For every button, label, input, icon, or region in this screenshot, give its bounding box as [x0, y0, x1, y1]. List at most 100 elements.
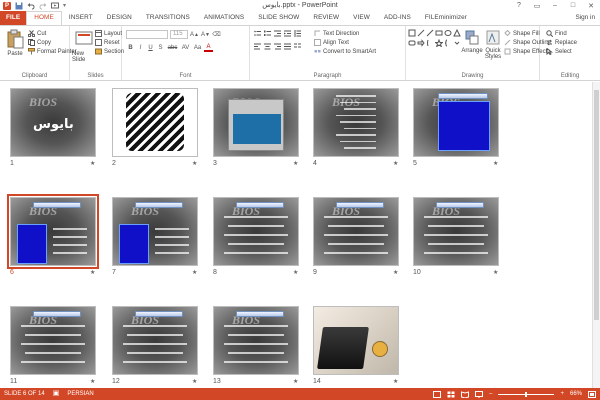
- slideshow-view-icon[interactable]: [475, 390, 484, 398]
- shadow-button[interactable]: S: [156, 43, 165, 52]
- slide-thumbnail[interactable]: BIOS: [213, 197, 299, 266]
- star-shape-icon[interactable]: [435, 39, 443, 47]
- select-button[interactable]: Select: [546, 47, 577, 56]
- right-arrow-shape-icon[interactable]: [417, 39, 425, 47]
- slide-thumbnail[interactable]: BIOS: [413, 197, 499, 266]
- tab-transitions[interactable]: TRANSITIONS: [139, 11, 197, 25]
- slide-transition-star-icon[interactable]: ★: [393, 378, 398, 385]
- slide-thumbnail[interactable]: BIOS بایوس: [10, 88, 96, 157]
- tab-fileminimizer[interactable]: FILEminimizer: [418, 11, 474, 25]
- reset-button[interactable]: Reset: [95, 38, 124, 47]
- customize-qat-icon[interactable]: ▾: [63, 2, 71, 10]
- zoom-in-button[interactable]: +: [560, 391, 564, 397]
- slide-thumbnail[interactable]: BIOS: [213, 88, 299, 157]
- line-shape-icon[interactable]: [417, 29, 425, 37]
- zoom-slider[interactable]: [498, 391, 555, 397]
- section-button[interactable]: Section: [95, 47, 124, 56]
- slide-thumbnail[interactable]: BIOS: [213, 306, 299, 375]
- tab-home[interactable]: HOME: [26, 11, 62, 25]
- slide-transition-star-icon[interactable]: ★: [493, 160, 498, 167]
- text-direction-button[interactable]: Text Direction: [314, 29, 376, 38]
- justify-icon[interactable]: [284, 43, 291, 50]
- zoom-out-button[interactable]: –: [489, 391, 492, 397]
- slide-transition-star-icon[interactable]: ★: [90, 378, 95, 385]
- shapes-gallery[interactable]: [408, 29, 461, 61]
- slide-indicator[interactable]: SLIDE 6 OF 14: [0, 388, 49, 400]
- slide-thumbnail[interactable]: BIOS: [313, 197, 399, 266]
- slide-thumbnail[interactable]: BIOS: [112, 197, 198, 266]
- zoom-slider-thumb[interactable]: [525, 391, 528, 397]
- language-indicator[interactable]: PERSIAN: [63, 388, 97, 400]
- sign-in-link[interactable]: Sign in: [570, 11, 600, 25]
- align-left-icon[interactable]: [254, 43, 261, 50]
- tab-design[interactable]: DESIGN: [100, 11, 139, 25]
- slide-thumbnail[interactable]: [112, 88, 198, 157]
- quick-styles-button[interactable]: Quick Styles: [483, 30, 503, 60]
- slide-thumbnail[interactable]: BIOS: [112, 306, 198, 375]
- slide-transition-star-icon[interactable]: ★: [393, 269, 398, 276]
- char-spacing-button[interactable]: AV: [180, 43, 191, 52]
- columns-icon[interactable]: [294, 43, 301, 50]
- tab-review[interactable]: REVIEW: [306, 11, 346, 25]
- save-icon[interactable]: [15, 2, 23, 10]
- layout-button[interactable]: Layout: [95, 29, 124, 38]
- oval-shape-icon[interactable]: [444, 29, 452, 37]
- paste-button[interactable]: Paste: [3, 29, 27, 57]
- redo-icon[interactable]: [39, 2, 47, 10]
- align-text-button[interactable]: Align Text: [314, 38, 376, 47]
- bold-button[interactable]: B: [126, 43, 135, 52]
- ribbon-display-button[interactable]: ▭: [528, 0, 546, 11]
- slide-transition-star-icon[interactable]: ★: [192, 378, 197, 385]
- tab-view[interactable]: VIEW: [346, 11, 377, 25]
- tab-slide-show[interactable]: SLIDE SHOW: [251, 11, 306, 25]
- underline-button[interactable]: U: [146, 43, 155, 52]
- start-slideshow-icon[interactable]: [51, 2, 59, 10]
- maximize-button[interactable]: □: [564, 0, 582, 11]
- slide-thumbnail[interactable]: BIOS: [7, 194, 99, 269]
- slide-transition-star-icon[interactable]: ★: [192, 269, 197, 276]
- vertical-scrollbar[interactable]: [592, 82, 600, 388]
- find-button[interactable]: Find: [546, 29, 577, 38]
- textbox-shape-icon[interactable]: [408, 29, 416, 37]
- curly-shape-icon[interactable]: [426, 39, 434, 47]
- arrange-button[interactable]: Arrange: [460, 30, 484, 54]
- shrink-font-button[interactable]: A ▼: [201, 30, 210, 39]
- slide-thumbnail[interactable]: BIOS: [10, 306, 96, 375]
- arrow-shape-icon[interactable]: [426, 29, 434, 37]
- font-color-button[interactable]: A: [204, 43, 213, 52]
- replace-button[interactable]: Replace: [546, 38, 577, 47]
- align-center-icon[interactable]: [264, 43, 271, 50]
- change-case-button[interactable]: Aa: [192, 43, 203, 52]
- close-button[interactable]: ✕: [582, 0, 600, 11]
- line-spacing-icon[interactable]: [294, 30, 301, 37]
- reading-view-icon[interactable]: [461, 390, 470, 398]
- tab-add-ins[interactable]: ADD-INS: [377, 11, 418, 25]
- slide-transition-star-icon[interactable]: ★: [293, 378, 298, 385]
- font-name-combo[interactable]: [126, 30, 168, 39]
- tab-insert[interactable]: INSERT: [62, 11, 100, 25]
- scrollbar-thumb[interactable]: [594, 90, 599, 320]
- align-right-icon[interactable]: [274, 43, 281, 50]
- slide-thumbnail[interactable]: [313, 306, 399, 375]
- minimize-button[interactable]: –: [546, 0, 564, 11]
- numbering-icon[interactable]: [264, 30, 271, 37]
- slide-transition-star-icon[interactable]: ★: [90, 269, 95, 276]
- bullets-icon[interactable]: [254, 30, 261, 37]
- slide-transition-star-icon[interactable]: ★: [493, 269, 498, 276]
- rounded-rect-shape-icon[interactable]: [408, 39, 416, 47]
- slide-thumbnail[interactable]: BIOS: [413, 88, 499, 157]
- fit-to-window-icon[interactable]: [588, 390, 596, 398]
- decrease-indent-icon[interactable]: [274, 30, 281, 37]
- tab-file[interactable]: FILE: [0, 11, 27, 25]
- clear-format-button[interactable]: ⌫: [212, 30, 221, 39]
- grow-font-button[interactable]: A ▲: [190, 30, 199, 39]
- normal-view-icon[interactable]: [433, 390, 442, 398]
- slide-transition-star-icon[interactable]: ★: [90, 160, 95, 167]
- slide-transition-star-icon[interactable]: ★: [293, 160, 298, 167]
- increase-indent-icon[interactable]: [284, 30, 291, 37]
- italic-button[interactable]: I: [136, 43, 145, 52]
- slide-thumbnail[interactable]: BIOS: [313, 88, 399, 157]
- tab-animations[interactable]: ANIMATIONS: [197, 11, 251, 25]
- zoom-level[interactable]: 66%: [570, 391, 582, 397]
- rectangle-shape-icon[interactable]: [435, 29, 443, 37]
